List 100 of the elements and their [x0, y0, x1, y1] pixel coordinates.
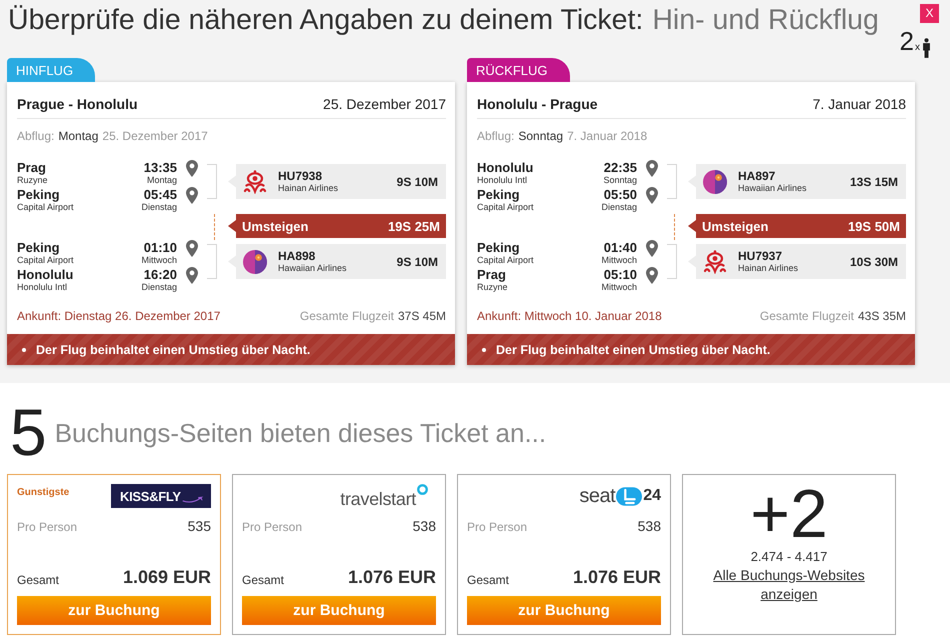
- stop-time: 05:45: [144, 187, 177, 202]
- direction-banner: HINFLUG: [7, 58, 96, 82]
- stop-weekday: Mittwoch: [601, 255, 637, 266]
- cheapest-label: Gunstigste: [17, 487, 70, 498]
- total-time: 37S 45M: [398, 308, 446, 324]
- location-pin-icon: [186, 240, 198, 257]
- city-name: Honolulu: [17, 267, 74, 282]
- flight-number: HA897: [738, 169, 776, 183]
- booking-button[interactable]: zur Buchung: [17, 596, 211, 625]
- location-pin-icon: [186, 160, 198, 177]
- stop-time: 13:35: [144, 160, 177, 175]
- page-title: Überprüfe die näheren Angaben zu deinem Ticket:: [8, 4, 644, 36]
- flight-duration: 9S 10M: [396, 174, 438, 188]
- booking-button[interactable]: zur Buchung: [467, 596, 661, 625]
- note-text: Der Flug beinhaltet einen Umstieg über Nacht.: [496, 342, 770, 356]
- location-pin-icon: [646, 187, 658, 204]
- swirl-emblem-icon: [703, 250, 727, 274]
- stop-time: 05:50: [604, 187, 637, 202]
- price-range: 2.474 - 4.417: [750, 548, 828, 566]
- trip-type: Hin- und Rückflug: [652, 4, 879, 36]
- all-sites-link[interactable]: Alle Buchungs-Websites anzeigen: [704, 566, 874, 604]
- per-person-label: Pro Person: [467, 519, 528, 535]
- total-price: 1.069 EUR: [122, 566, 211, 588]
- ring-icon: [417, 484, 428, 495]
- airport-name: Capital Airport: [17, 202, 75, 213]
- close-button[interactable]: X: [920, 4, 939, 23]
- total-price: 1.076 EUR: [348, 566, 436, 588]
- arrival-text: Ankunft: Dienstag 26. Dezember 2017: [17, 308, 220, 324]
- offers-heading: Buchungs-Seiten bieten dieses Ticket an...: [54, 418, 546, 448]
- departure-date: 25. Dezember 2017: [102, 128, 208, 144]
- flight-duration: 13S 15M: [850, 174, 898, 188]
- brand-name: KISS&FLY: [120, 488, 181, 504]
- stop-time: 22:35: [604, 160, 637, 175]
- departure-day: Montag: [58, 128, 98, 144]
- bracket-line: [207, 244, 217, 279]
- city-name: Peking: [477, 187, 521, 202]
- transfer-duration: 19S 25M: [388, 218, 440, 234]
- brand-name: 24: [643, 487, 661, 505]
- flower-emblem-icon: [243, 250, 267, 274]
- arrival-text: Ankunft: Mittwoch 10. Januar 2018: [477, 308, 662, 324]
- stop-weekday: Sonntag: [603, 175, 637, 186]
- airline-name: Hawaiian Airlines: [738, 183, 808, 194]
- location-pin-icon: [646, 267, 658, 284]
- per-person-label: Pro Person: [17, 519, 78, 535]
- airport-name: Honolulu Intl: [17, 282, 68, 293]
- total-label: Gesamt: [17, 573, 60, 587]
- total-label: Gesamt: [467, 573, 510, 587]
- city-name: Peking: [17, 240, 61, 255]
- stop-weekday: Mittwoch: [601, 282, 637, 293]
- total-time-label: Gesamte Flugzeit: [300, 308, 394, 324]
- location-pin-icon: [646, 160, 658, 177]
- location-pin-icon: [186, 187, 198, 204]
- total-time-label: Gesamte Flugzeit: [760, 308, 854, 324]
- departure-day: Sonntag: [518, 128, 564, 144]
- person-icon: [922, 38, 931, 58]
- airport-name: Capital Airport: [477, 202, 535, 213]
- departure-label: Abflug:: [477, 128, 514, 144]
- swirl-emblem-icon: [243, 170, 267, 194]
- bullet-icon: [22, 348, 26, 352]
- flight-date: 7. Januar 2018: [812, 95, 906, 114]
- flight-number: HU7937: [738, 249, 784, 263]
- flower-emblem-icon: [703, 170, 727, 194]
- flight-date: 25. Dezember 2017: [323, 95, 446, 114]
- flight-duration: 10S 30M: [850, 254, 898, 268]
- total-price: 1.076 EUR: [572, 566, 661, 588]
- stop-time: 16:20: [144, 267, 177, 282]
- city-name: Honolulu: [477, 160, 534, 175]
- route-title: Prague - Honolulu: [17, 95, 138, 114]
- location-pin-icon: [186, 267, 198, 284]
- bracket-line: [667, 244, 677, 279]
- airline-name: Hainan Airlines: [738, 263, 800, 274]
- airline-name: Hawaiian Airlines: [278, 263, 348, 274]
- dashed-connector: [214, 214, 215, 240]
- transfer-duration: 19S 50M: [848, 218, 900, 234]
- stop-weekday: Dienstag: [141, 282, 177, 293]
- stop-time: 01:10: [144, 240, 177, 255]
- per-person-price: 538: [638, 518, 661, 534]
- stop-weekday: Dienstag: [601, 202, 637, 213]
- plane-swoosh-icon: [182, 495, 204, 503]
- city-name: Prag: [17, 160, 47, 175]
- seat-icon: [616, 486, 642, 506]
- airline-name: Hainan Airlines: [278, 183, 340, 194]
- airport-name: Ruzyne: [17, 175, 49, 186]
- stop-weekday: Mittwoch: [141, 255, 177, 266]
- direction-banner: RÜCKFLUG: [467, 58, 570, 82]
- bracket-line: [207, 164, 217, 199]
- offer-count: 5: [10, 402, 47, 462]
- flight-number: HA898: [278, 249, 316, 263]
- city-name: Prag: [477, 267, 507, 282]
- brand-name: seat: [579, 484, 616, 508]
- booking-button[interactable]: zur Buchung: [242, 596, 436, 625]
- city-name: Peking: [477, 240, 521, 255]
- total-label: Gesamt: [242, 573, 284, 587]
- airport-name: Capital Airport: [477, 255, 535, 266]
- total-time: 43S 35M: [858, 308, 906, 324]
- stop-time: 05:10: [604, 267, 637, 282]
- per-person-price: 535: [188, 518, 211, 534]
- dashed-connector: [674, 214, 675, 240]
- more-count: +2: [750, 480, 828, 548]
- airport-name: Ruzyne: [477, 282, 509, 293]
